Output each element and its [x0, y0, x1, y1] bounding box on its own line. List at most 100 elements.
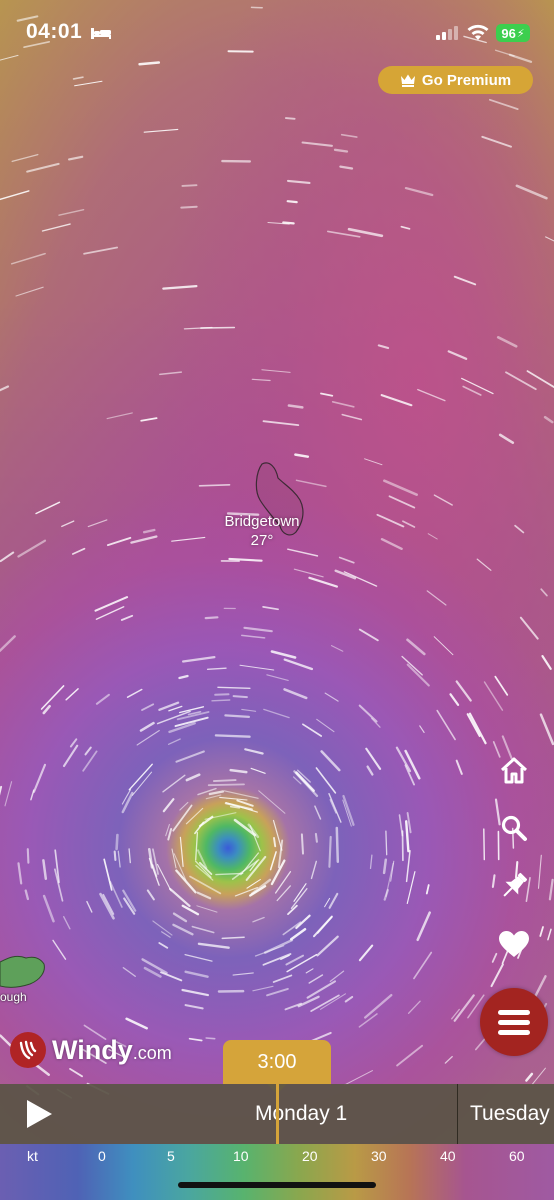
search-icon	[501, 815, 527, 841]
wind-streak	[182, 655, 216, 663]
wind-streak	[207, 783, 245, 787]
wind-streak	[195, 831, 199, 861]
wind-streak	[426, 590, 447, 606]
wind-streak	[11, 153, 39, 163]
city-label[interactable]: Bridgetown 27°	[200, 512, 324, 550]
wind-streak	[526, 370, 554, 389]
timeline-cursor[interactable]	[276, 1084, 279, 1144]
wind-streak	[83, 246, 118, 255]
wind-streak	[328, 892, 339, 909]
wind-streak	[302, 723, 323, 737]
wind-streak	[287, 548, 319, 557]
wind-streak	[505, 371, 537, 391]
wind-streak	[120, 614, 134, 621]
home-button[interactable]	[496, 752, 532, 788]
wind-streak	[261, 369, 291, 373]
land-mass	[0, 955, 45, 988]
wind-streak	[258, 790, 286, 814]
wind-streak	[17, 862, 23, 885]
wind-streak	[196, 905, 218, 913]
wind-streak	[24, 889, 30, 901]
wind-streak	[514, 524, 525, 534]
wind-streak	[419, 725, 425, 734]
wind-streak	[72, 76, 84, 80]
wind-streak	[406, 663, 430, 687]
wind-streak	[301, 141, 333, 147]
wind-streak	[491, 874, 496, 888]
status-bar: 04:01 96 ⚡	[0, 0, 554, 64]
forecast-timeline[interactable]: Monday 1 Tuesday	[0, 1084, 554, 1144]
wind-particles	[0, 6, 554, 1099]
wind-streak	[543, 415, 554, 424]
wind-streak	[405, 820, 410, 853]
legend-tick: 20	[302, 1148, 318, 1164]
search-button[interactable]	[496, 810, 532, 846]
wind-streak	[106, 536, 132, 547]
wind-streak	[86, 900, 93, 913]
wind-streak	[531, 1067, 546, 1085]
wind-streak	[433, 636, 454, 656]
wind-streak	[272, 974, 293, 983]
wind-streak	[462, 385, 482, 396]
wind-streak	[537, 854, 542, 889]
favorites-button[interactable]	[496, 926, 532, 962]
wind-streak	[498, 433, 515, 445]
go-premium-button[interactable]: Go Premium	[378, 66, 533, 94]
timeline-day-current[interactable]: Monday 1	[255, 1102, 347, 1126]
wind-streak	[284, 117, 296, 120]
wind-streak	[262, 953, 292, 966]
wind-streak	[476, 558, 492, 571]
wind-streak	[130, 535, 158, 544]
wind-streak	[69, 738, 78, 748]
pin-button[interactable]	[496, 868, 532, 904]
wind-streak	[407, 1000, 421, 1014]
wind-streak	[229, 768, 248, 774]
bed-icon	[91, 28, 111, 39]
wind-streak	[488, 98, 519, 110]
timeline-day-next[interactable]: Tuesday	[470, 1102, 550, 1126]
wind-streak	[358, 628, 379, 642]
legend-tick: 60	[509, 1148, 525, 1164]
wind-streak	[300, 833, 304, 855]
wind-streak	[74, 80, 103, 87]
wind-streak	[329, 970, 345, 983]
brand-name: Windy	[52, 1034, 133, 1065]
wind-streak	[466, 713, 481, 738]
wind-streak	[178, 674, 189, 680]
wind-streak	[0, 190, 30, 201]
main-menu-button[interactable]	[480, 988, 548, 1056]
wind-streak	[406, 871, 416, 905]
wind-streak	[26, 848, 30, 864]
play-icon[interactable]	[24, 1098, 54, 1130]
wind-streak	[294, 453, 310, 458]
wind-streak	[125, 1017, 148, 1030]
current-time-bubble[interactable]: 3:00	[223, 1040, 331, 1084]
wind-streak	[65, 688, 79, 701]
wind-streak	[184, 953, 213, 962]
wind-streak	[324, 692, 339, 702]
wind-streak	[328, 793, 342, 823]
wind-streak	[525, 1072, 534, 1082]
crown-icon	[400, 74, 415, 87]
wind-streak	[388, 495, 416, 509]
wind-streak	[344, 995, 354, 1003]
wind-streak	[289, 927, 307, 941]
wind-streak	[141, 703, 155, 711]
wind-streak	[206, 667, 227, 670]
wind-streak	[180, 205, 198, 209]
wind-streak	[61, 520, 75, 528]
legend-tick: 30	[371, 1148, 387, 1164]
wind-streak	[539, 713, 554, 746]
wind-streak	[146, 889, 155, 901]
legend-tick: 40	[440, 1148, 456, 1164]
windy-logo-icon	[10, 1032, 46, 1068]
wind-streak	[413, 951, 433, 980]
wind-streak	[67, 155, 84, 161]
wind-streak	[32, 763, 47, 793]
wind-streak	[320, 750, 341, 772]
wind-streak	[42, 704, 51, 715]
wind-speed-legend[interactable]: kt 0 5 10 20 30 40 60	[0, 1144, 554, 1200]
wind-streak	[160, 971, 183, 982]
wind-streak	[184, 1004, 204, 1010]
wind-streak	[416, 911, 431, 942]
